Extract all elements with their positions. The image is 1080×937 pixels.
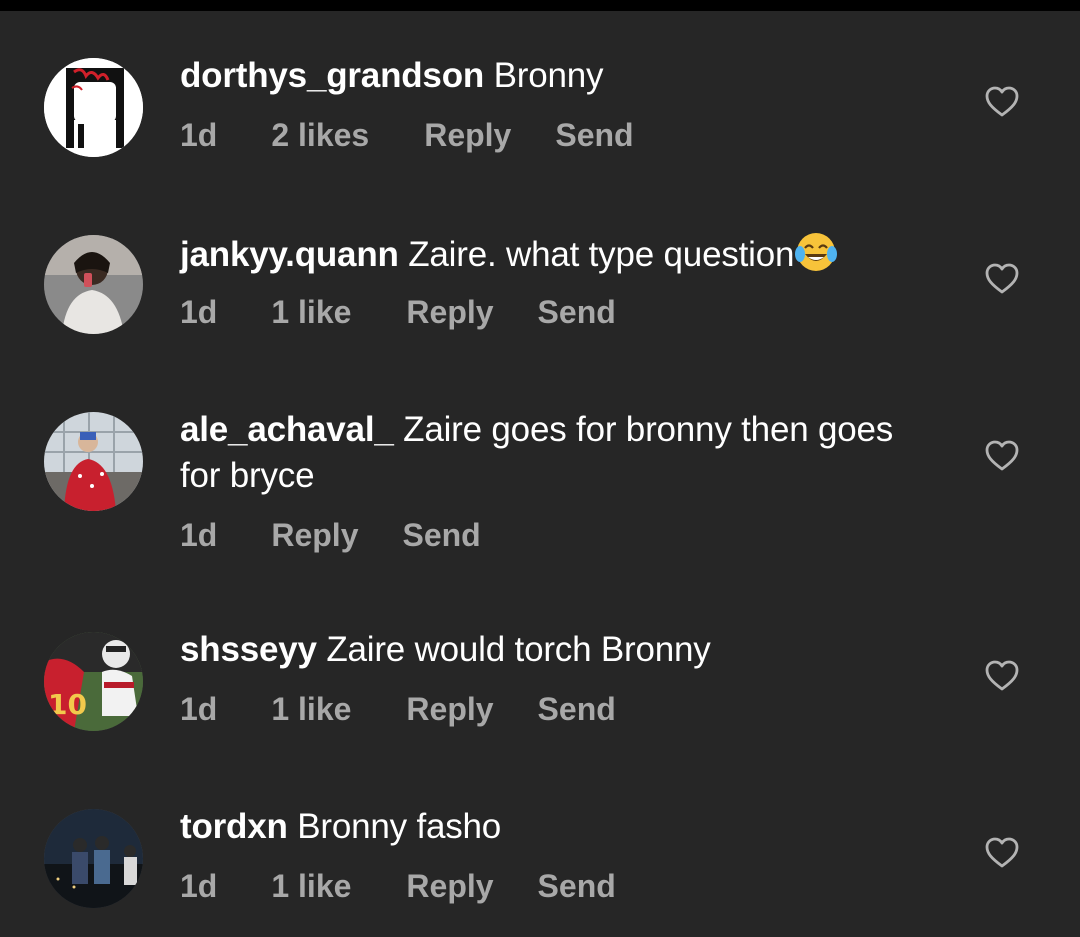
comment-meta: 1d 1 like Reply Send (180, 689, 616, 729)
send-button[interactable]: Send (538, 866, 616, 906)
avatar-image (44, 58, 143, 157)
avatar-image (44, 809, 143, 908)
avatar-image (44, 412, 143, 511)
reply-button[interactable]: Reply (271, 515, 358, 555)
comment-meta: 1d Reply Send (180, 515, 481, 555)
send-button[interactable]: Send (555, 115, 633, 155)
reply-button[interactable]: Reply (406, 292, 493, 332)
comment-body: Bronny (493, 56, 604, 95)
heart-outline-icon[interactable] (985, 837, 1019, 869)
avatar[interactable] (44, 809, 143, 908)
send-button[interactable]: Send (538, 292, 616, 332)
comment-text: tordxn Bronny fasho (180, 804, 900, 850)
avatar-image: 10 (44, 632, 143, 731)
comment-time: 1d (180, 294, 218, 330)
comment-meta: 1d 1 like Reply Send (180, 292, 616, 332)
comment-username[interactable]: dorthys_grandson (180, 56, 484, 95)
comment-time: 1d (180, 117, 218, 153)
heart-outline-icon[interactable] (985, 440, 1019, 472)
comment-likes[interactable]: 1 like (271, 689, 351, 729)
comment-username[interactable]: jankyy.quann (180, 235, 399, 274)
reply-button[interactable]: Reply (406, 866, 493, 906)
comment-meta: 1d 2 likes Reply Send (180, 115, 634, 155)
comment-text: jankyy.quann Zaire. what type question (180, 230, 900, 278)
reply-button[interactable]: Reply (424, 115, 511, 155)
comment-likes[interactable]: 1 like (271, 292, 351, 332)
avatar[interactable] (44, 412, 143, 511)
avatar[interactable] (44, 235, 143, 334)
comment-username[interactable]: shsseyy (180, 630, 317, 669)
comment-time: 1d (180, 691, 218, 727)
comment-likes[interactable]: 1 like (271, 866, 351, 906)
comment-text: dorthys_grandson Bronny (180, 53, 900, 99)
comment-text: shsseyy Zaire would torch Bronny (180, 627, 900, 673)
comment-username[interactable]: tordxn (180, 807, 288, 846)
heart-outline-icon[interactable] (985, 660, 1019, 692)
svg-text:10: 10 (48, 688, 87, 721)
heart-outline-icon[interactable] (985, 86, 1019, 118)
comment-body: Bronny fasho (297, 807, 502, 846)
comment-likes[interactable]: 2 likes (271, 115, 369, 155)
send-button[interactable]: Send (402, 515, 480, 555)
reply-button[interactable]: Reply (406, 689, 493, 729)
face-with-tears-of-joy-icon (795, 233, 838, 271)
comment-username[interactable]: ale_achaval_ (180, 410, 394, 449)
avatar-image (44, 235, 143, 334)
comment-body: Zaire. what type question (408, 235, 795, 274)
status-bar (0, 0, 1080, 11)
comment-body: Zaire would torch Bronny (326, 630, 711, 669)
comment-time: 1d (180, 517, 218, 553)
comment-time: 1d (180, 868, 218, 904)
avatar[interactable]: 10 (44, 632, 143, 731)
comment-meta: 1d 1 like Reply Send (180, 866, 616, 906)
comment-text: ale_achaval_ Zaire goes for bronny then … (180, 407, 900, 499)
heart-outline-icon[interactable] (985, 263, 1019, 295)
avatar[interactable] (44, 58, 143, 157)
send-button[interactable]: Send (538, 689, 616, 729)
